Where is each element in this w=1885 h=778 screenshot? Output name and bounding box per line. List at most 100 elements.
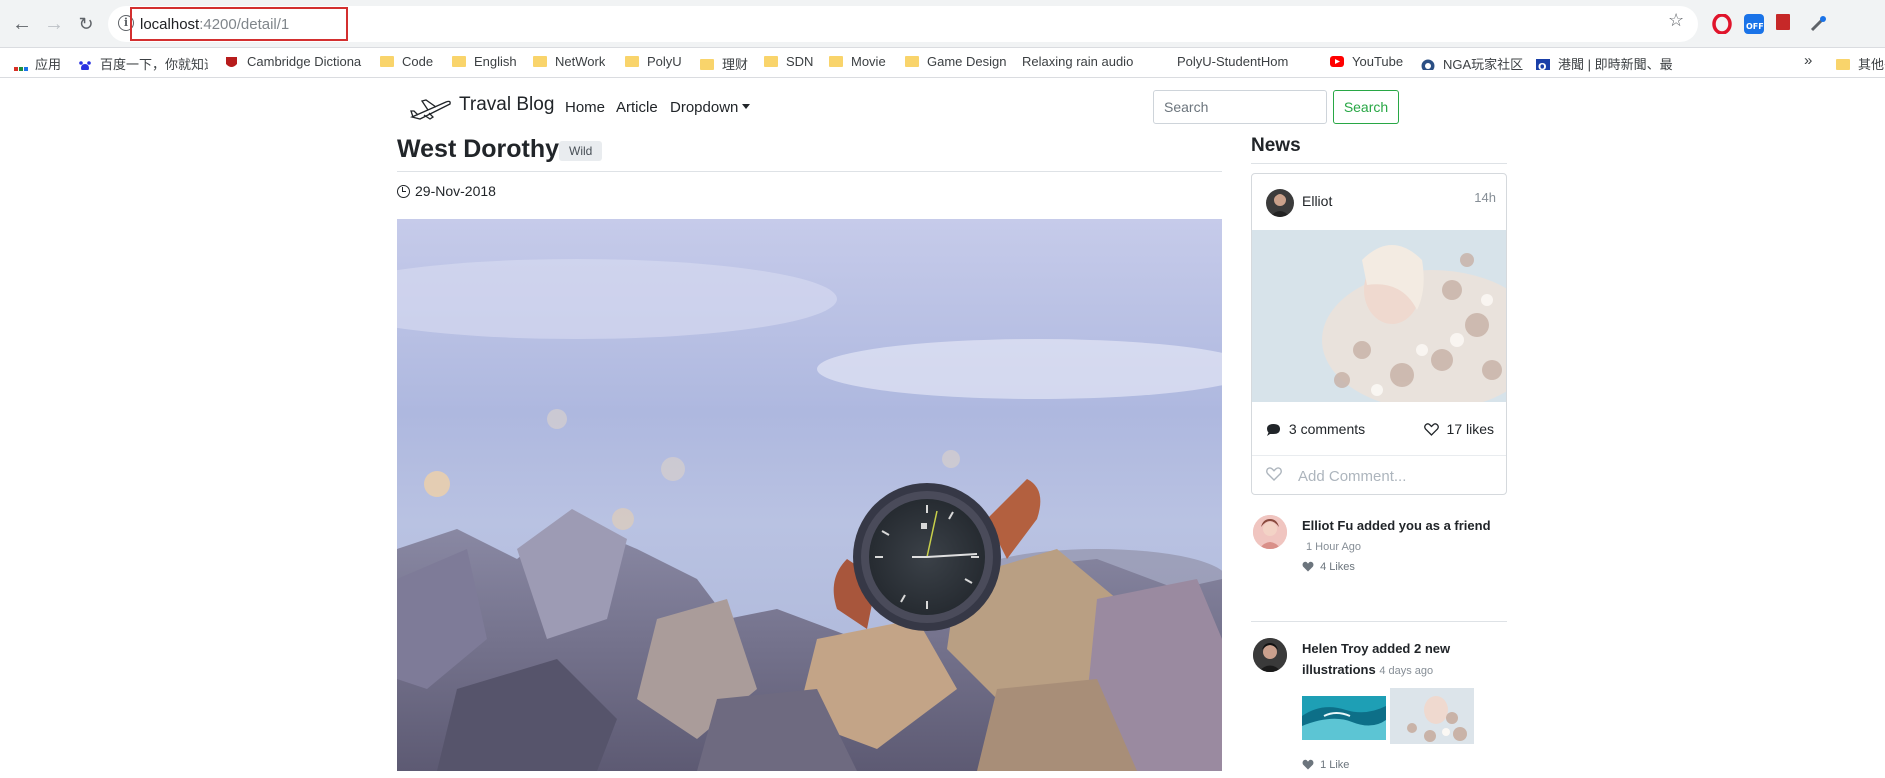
thumbnail-wave[interactable] xyxy=(1302,696,1386,740)
feed-text-line2: illustrations xyxy=(1302,662,1376,677)
bookmark-label: 理财 xyxy=(722,57,749,72)
blocker-off-extension-icon[interactable]: OFF xyxy=(1744,14,1764,34)
bookmarks-overflow-chevron[interactable]: » xyxy=(1804,52,1812,70)
card-image xyxy=(1252,230,1506,402)
watch-on-rocks-photo xyxy=(397,219,1222,771)
article-title-row: West Dorothy Wild xyxy=(397,135,1222,172)
feed-likes-count: 1 Like xyxy=(1320,759,1350,771)
bookmark-star-icon[interactable]: ☆ xyxy=(1668,10,1684,31)
clock-icon xyxy=(397,185,410,198)
bookmark-label: NetWork xyxy=(555,54,606,69)
bookmark-other[interactable]: 其他书 xyxy=(1836,54,1885,72)
bookmark-game-design[interactable]: Game Design xyxy=(905,54,1006,72)
category-badge[interactable]: Wild xyxy=(559,141,603,161)
card-stats: 3 comments 17 likes xyxy=(1252,402,1506,456)
bookmark-network[interactable]: NetWork xyxy=(533,54,605,72)
folder-icon xyxy=(380,56,394,67)
card-time: 14h xyxy=(1474,190,1496,205)
web-page: Traval Blog Home Article Dropdown Search… xyxy=(0,79,1885,775)
folder-icon xyxy=(625,56,639,67)
comments-count: 3 comments xyxy=(1288,421,1366,437)
apps-grid-icon xyxy=(14,67,28,72)
folder-icon xyxy=(764,56,778,67)
card-author-name[interactable]: Elliot xyxy=(1302,193,1332,209)
heart-icon xyxy=(1302,561,1314,572)
feed-time-text: 4 days ago xyxy=(1379,665,1434,677)
url-text[interactable]: localhost:4200/detail/1 xyxy=(140,16,289,33)
back-arrow-icon[interactable]: ← xyxy=(10,12,34,36)
bookmark-movie[interactable]: Movie xyxy=(829,54,886,72)
comments-link[interactable]: 3 comments xyxy=(1266,421,1365,437)
feed-text[interactable]: Helen Troy added 2 new illustrations 4 da… xyxy=(1302,638,1450,682)
article-date: 29-Nov-2018 xyxy=(397,183,496,199)
heart-outline-icon[interactable] xyxy=(1266,467,1282,481)
folder-icon xyxy=(829,56,843,67)
bookmark-baidu[interactable]: 百度一下，你就知道 xyxy=(78,54,208,72)
bookmark-nga[interactable]: NGA玩家社区 xyxy=(1421,54,1523,72)
bookmark-label: 百度一下，你就知道 xyxy=(100,57,208,72)
airplane-logo-icon[interactable] xyxy=(410,97,452,121)
bookmark-label: YouTube xyxy=(1352,54,1404,69)
nav-article[interactable]: Article xyxy=(616,99,658,116)
bookmark-hk-news[interactable]: O 港聞 | 即時新聞、最 xyxy=(1536,54,1676,72)
avatar[interactable] xyxy=(1266,189,1294,217)
bookmark-polyu[interactable]: PolyU xyxy=(625,54,682,72)
likes-count: 17 likes xyxy=(1446,421,1494,437)
nav-home[interactable]: Home xyxy=(565,99,605,116)
url-path: :4200/detail/1 xyxy=(199,16,290,33)
opera-extension-icon[interactable] xyxy=(1712,13,1732,35)
feed-item: Helen Troy added 2 new illustrations 4 da… xyxy=(1251,638,1507,778)
nav-dropdown[interactable]: Dropdown xyxy=(670,99,751,116)
news-sidebar: News Elliot 14h 3 comments 17 likes Add … xyxy=(1251,135,1507,771)
avatar[interactable] xyxy=(1253,515,1287,549)
heart-outline-icon xyxy=(1423,423,1439,436)
book-extension-icon[interactable] xyxy=(1776,14,1790,30)
search-button[interactable]: Search xyxy=(1333,90,1399,124)
search-input[interactable] xyxy=(1153,90,1327,124)
bookmark-rain-audio[interactable]: Relaxing rain audio xyxy=(1022,54,1164,72)
feed-likes[interactable]: 4 Likes xyxy=(1302,561,1355,573)
add-comment-field[interactable]: Add Comment... xyxy=(1252,456,1506,494)
bookmark-label: Relaxing rain audio xyxy=(1022,54,1134,69)
feed-likes[interactable]: 1 Like xyxy=(1302,759,1349,771)
reload-icon[interactable]: ↻ xyxy=(74,12,98,36)
bookmark-label: Movie xyxy=(851,54,886,69)
svg-text:OFF: OFF xyxy=(1746,22,1764,31)
folder-icon xyxy=(905,56,919,67)
avatar[interactable] xyxy=(1253,638,1287,672)
article-hero-image xyxy=(397,219,1222,771)
bookmark-label: 其他书 xyxy=(1858,57,1885,72)
bookmark-sdn[interactable]: SDN xyxy=(764,54,813,72)
bookmark-label: SDN xyxy=(786,54,814,69)
forward-arrow-icon[interactable]: → xyxy=(42,12,66,36)
bookmark-cambridge[interactable]: Cambridge Dictiona xyxy=(225,54,365,72)
youtube-icon xyxy=(1330,56,1344,67)
folder-icon xyxy=(452,56,466,67)
eyedropper-extension-icon[interactable] xyxy=(1808,14,1828,34)
sidebar-title: News xyxy=(1251,135,1507,164)
bookmark-english[interactable]: English xyxy=(452,54,517,72)
baidu-paw-icon xyxy=(79,61,91,70)
likes-link[interactable]: 17 likes xyxy=(1423,421,1494,437)
bookmark-youtube[interactable]: YouTube xyxy=(1330,54,1403,72)
brand-name[interactable]: Traval Blog xyxy=(459,94,554,116)
bookmark-label: » xyxy=(1804,52,1813,69)
card-header: Elliot 14h xyxy=(1252,174,1506,230)
bookmark-label: Cambridge Dictiona xyxy=(247,54,362,69)
nav-dropdown-label: Dropdown xyxy=(670,99,739,116)
url-host: localhost xyxy=(140,16,200,33)
bookmark-polyu-student[interactable]: PolyU-StudentHom xyxy=(1177,54,1313,72)
feed-time: 1 Hour Ago xyxy=(1306,535,1361,558)
address-bar[interactable]: i localhost:4200/detail/1 xyxy=(108,6,1698,42)
bookmark-apps[interactable]: 应用 xyxy=(14,54,61,72)
article-title: West Dorothy xyxy=(397,135,560,163)
folder-icon xyxy=(700,59,714,70)
illustration-thumbnails xyxy=(1302,688,1474,748)
bookmark-finance[interactable]: 理财 xyxy=(700,54,748,72)
article-main: West Dorothy Wild 29-Nov-2018 xyxy=(397,135,1222,771)
feed-text[interactable]: Elliot Fu added you as a friend xyxy=(1302,515,1491,536)
bookmark-code[interactable]: Code xyxy=(380,54,433,72)
thumbnail-flowers[interactable] xyxy=(1390,688,1474,744)
feed-time-text: 1 Hour Ago xyxy=(1306,541,1362,553)
bookmark-label: 港聞 | 即時新聞、最 xyxy=(1558,57,1673,72)
